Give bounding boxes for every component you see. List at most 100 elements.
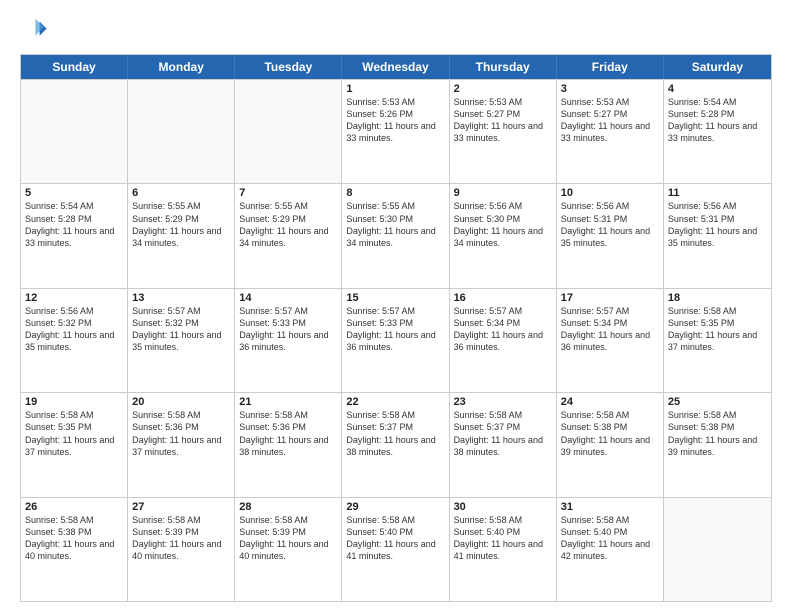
day-cell-1: 1Sunrise: 5:53 AM Sunset: 5:26 PM Daylig… (342, 80, 449, 183)
day-cell-22: 22Sunrise: 5:58 AM Sunset: 5:37 PM Dayli… (342, 393, 449, 496)
day-number: 19 (25, 396, 123, 408)
day-cell-24: 24Sunrise: 5:58 AM Sunset: 5:38 PM Dayli… (557, 393, 664, 496)
day-number: 6 (132, 187, 230, 199)
day-cell-28: 28Sunrise: 5:58 AM Sunset: 5:39 PM Dayli… (235, 498, 342, 601)
day-number: 7 (239, 187, 337, 199)
cell-sun-info: Sunrise: 5:53 AM Sunset: 5:27 PM Dayligh… (454, 96, 552, 145)
day-number: 3 (561, 83, 659, 95)
day-number: 24 (561, 396, 659, 408)
cell-sun-info: Sunrise: 5:57 AM Sunset: 5:33 PM Dayligh… (239, 305, 337, 354)
day-number: 4 (668, 83, 767, 95)
cell-sun-info: Sunrise: 5:54 AM Sunset: 5:28 PM Dayligh… (668, 96, 767, 145)
cell-sun-info: Sunrise: 5:56 AM Sunset: 5:30 PM Dayligh… (454, 200, 552, 249)
cell-sun-info: Sunrise: 5:58 AM Sunset: 5:35 PM Dayligh… (25, 409, 123, 458)
cell-sun-info: Sunrise: 5:58 AM Sunset: 5:37 PM Dayligh… (346, 409, 444, 458)
day-cell-20: 20Sunrise: 5:58 AM Sunset: 5:36 PM Dayli… (128, 393, 235, 496)
day-cell-29: 29Sunrise: 5:58 AM Sunset: 5:40 PM Dayli… (342, 498, 449, 601)
cell-sun-info: Sunrise: 5:57 AM Sunset: 5:33 PM Dayligh… (346, 305, 444, 354)
day-number: 2 (454, 83, 552, 95)
calendar-header: SundayMondayTuesdayWednesdayThursdayFrid… (21, 55, 771, 79)
day-number: 31 (561, 501, 659, 513)
cell-sun-info: Sunrise: 5:55 AM Sunset: 5:30 PM Dayligh… (346, 200, 444, 249)
cell-sun-info: Sunrise: 5:57 AM Sunset: 5:32 PM Dayligh… (132, 305, 230, 354)
cell-sun-info: Sunrise: 5:56 AM Sunset: 5:31 PM Dayligh… (668, 200, 767, 249)
cell-sun-info: Sunrise: 5:58 AM Sunset: 5:37 PM Dayligh… (454, 409, 552, 458)
day-cell-6: 6Sunrise: 5:55 AM Sunset: 5:29 PM Daylig… (128, 184, 235, 287)
day-number: 9 (454, 187, 552, 199)
cell-sun-info: Sunrise: 5:57 AM Sunset: 5:34 PM Dayligh… (561, 305, 659, 354)
day-cell-31: 31Sunrise: 5:58 AM Sunset: 5:40 PM Dayli… (557, 498, 664, 601)
cell-sun-info: Sunrise: 5:58 AM Sunset: 5:38 PM Dayligh… (561, 409, 659, 458)
day-cell-4: 4Sunrise: 5:54 AM Sunset: 5:28 PM Daylig… (664, 80, 771, 183)
day-cell-16: 16Sunrise: 5:57 AM Sunset: 5:34 PM Dayli… (450, 289, 557, 392)
day-number: 28 (239, 501, 337, 513)
day-cell-10: 10Sunrise: 5:56 AM Sunset: 5:31 PM Dayli… (557, 184, 664, 287)
cell-sun-info: Sunrise: 5:53 AM Sunset: 5:26 PM Dayligh… (346, 96, 444, 145)
calendar-body: 1Sunrise: 5:53 AM Sunset: 5:26 PM Daylig… (21, 79, 771, 601)
day-number: 21 (239, 396, 337, 408)
day-cell-11: 11Sunrise: 5:56 AM Sunset: 5:31 PM Dayli… (664, 184, 771, 287)
cell-sun-info: Sunrise: 5:58 AM Sunset: 5:39 PM Dayligh… (239, 514, 337, 563)
cell-sun-info: Sunrise: 5:58 AM Sunset: 5:38 PM Dayligh… (25, 514, 123, 563)
day-cell-13: 13Sunrise: 5:57 AM Sunset: 5:32 PM Dayli… (128, 289, 235, 392)
weekday-header-friday: Friday (557, 55, 664, 79)
calendar: SundayMondayTuesdayWednesdayThursdayFrid… (20, 54, 772, 602)
weekday-header-sunday: Sunday (21, 55, 128, 79)
day-cell-23: 23Sunrise: 5:58 AM Sunset: 5:37 PM Dayli… (450, 393, 557, 496)
day-number: 26 (25, 501, 123, 513)
day-number: 11 (668, 187, 767, 199)
weekday-header-monday: Monday (128, 55, 235, 79)
day-cell-15: 15Sunrise: 5:57 AM Sunset: 5:33 PM Dayli… (342, 289, 449, 392)
cell-sun-info: Sunrise: 5:58 AM Sunset: 5:40 PM Dayligh… (346, 514, 444, 563)
day-number: 8 (346, 187, 444, 199)
calendar-row-2: 5Sunrise: 5:54 AM Sunset: 5:28 PM Daylig… (21, 183, 771, 287)
empty-cell (235, 80, 342, 183)
day-number: 5 (25, 187, 123, 199)
day-cell-19: 19Sunrise: 5:58 AM Sunset: 5:35 PM Dayli… (21, 393, 128, 496)
cell-sun-info: Sunrise: 5:58 AM Sunset: 5:36 PM Dayligh… (239, 409, 337, 458)
day-number: 23 (454, 396, 552, 408)
day-cell-27: 27Sunrise: 5:58 AM Sunset: 5:39 PM Dayli… (128, 498, 235, 601)
day-number: 18 (668, 292, 767, 304)
day-number: 13 (132, 292, 230, 304)
day-number: 12 (25, 292, 123, 304)
cell-sun-info: Sunrise: 5:56 AM Sunset: 5:32 PM Dayligh… (25, 305, 123, 354)
header (20, 16, 772, 44)
empty-cell (128, 80, 235, 183)
calendar-row-3: 12Sunrise: 5:56 AM Sunset: 5:32 PM Dayli… (21, 288, 771, 392)
weekday-header-wednesday: Wednesday (342, 55, 449, 79)
day-cell-5: 5Sunrise: 5:54 AM Sunset: 5:28 PM Daylig… (21, 184, 128, 287)
cell-sun-info: Sunrise: 5:56 AM Sunset: 5:31 PM Dayligh… (561, 200, 659, 249)
cell-sun-info: Sunrise: 5:55 AM Sunset: 5:29 PM Dayligh… (239, 200, 337, 249)
day-number: 14 (239, 292, 337, 304)
cell-sun-info: Sunrise: 5:58 AM Sunset: 5:39 PM Dayligh… (132, 514, 230, 563)
logo-icon (20, 16, 48, 44)
day-cell-8: 8Sunrise: 5:55 AM Sunset: 5:30 PM Daylig… (342, 184, 449, 287)
day-number: 10 (561, 187, 659, 199)
calendar-row-4: 19Sunrise: 5:58 AM Sunset: 5:35 PM Dayli… (21, 392, 771, 496)
page: SundayMondayTuesdayWednesdayThursdayFrid… (0, 0, 792, 612)
day-cell-2: 2Sunrise: 5:53 AM Sunset: 5:27 PM Daylig… (450, 80, 557, 183)
weekday-header-tuesday: Tuesday (235, 55, 342, 79)
weekday-header-saturday: Saturday (664, 55, 771, 79)
day-cell-26: 26Sunrise: 5:58 AM Sunset: 5:38 PM Dayli… (21, 498, 128, 601)
weekday-header-thursday: Thursday (450, 55, 557, 79)
day-number: 29 (346, 501, 444, 513)
cell-sun-info: Sunrise: 5:58 AM Sunset: 5:40 PM Dayligh… (561, 514, 659, 563)
day-cell-17: 17Sunrise: 5:57 AM Sunset: 5:34 PM Dayli… (557, 289, 664, 392)
calendar-row-5: 26Sunrise: 5:58 AM Sunset: 5:38 PM Dayli… (21, 497, 771, 601)
day-cell-7: 7Sunrise: 5:55 AM Sunset: 5:29 PM Daylig… (235, 184, 342, 287)
day-cell-25: 25Sunrise: 5:58 AM Sunset: 5:38 PM Dayli… (664, 393, 771, 496)
cell-sun-info: Sunrise: 5:57 AM Sunset: 5:34 PM Dayligh… (454, 305, 552, 354)
cell-sun-info: Sunrise: 5:53 AM Sunset: 5:27 PM Dayligh… (561, 96, 659, 145)
day-number: 25 (668, 396, 767, 408)
day-number: 15 (346, 292, 444, 304)
day-cell-9: 9Sunrise: 5:56 AM Sunset: 5:30 PM Daylig… (450, 184, 557, 287)
empty-cell (21, 80, 128, 183)
day-cell-14: 14Sunrise: 5:57 AM Sunset: 5:33 PM Dayli… (235, 289, 342, 392)
calendar-row-1: 1Sunrise: 5:53 AM Sunset: 5:26 PM Daylig… (21, 79, 771, 183)
day-cell-3: 3Sunrise: 5:53 AM Sunset: 5:27 PM Daylig… (557, 80, 664, 183)
cell-sun-info: Sunrise: 5:58 AM Sunset: 5:40 PM Dayligh… (454, 514, 552, 563)
cell-sun-info: Sunrise: 5:55 AM Sunset: 5:29 PM Dayligh… (132, 200, 230, 249)
day-number: 17 (561, 292, 659, 304)
